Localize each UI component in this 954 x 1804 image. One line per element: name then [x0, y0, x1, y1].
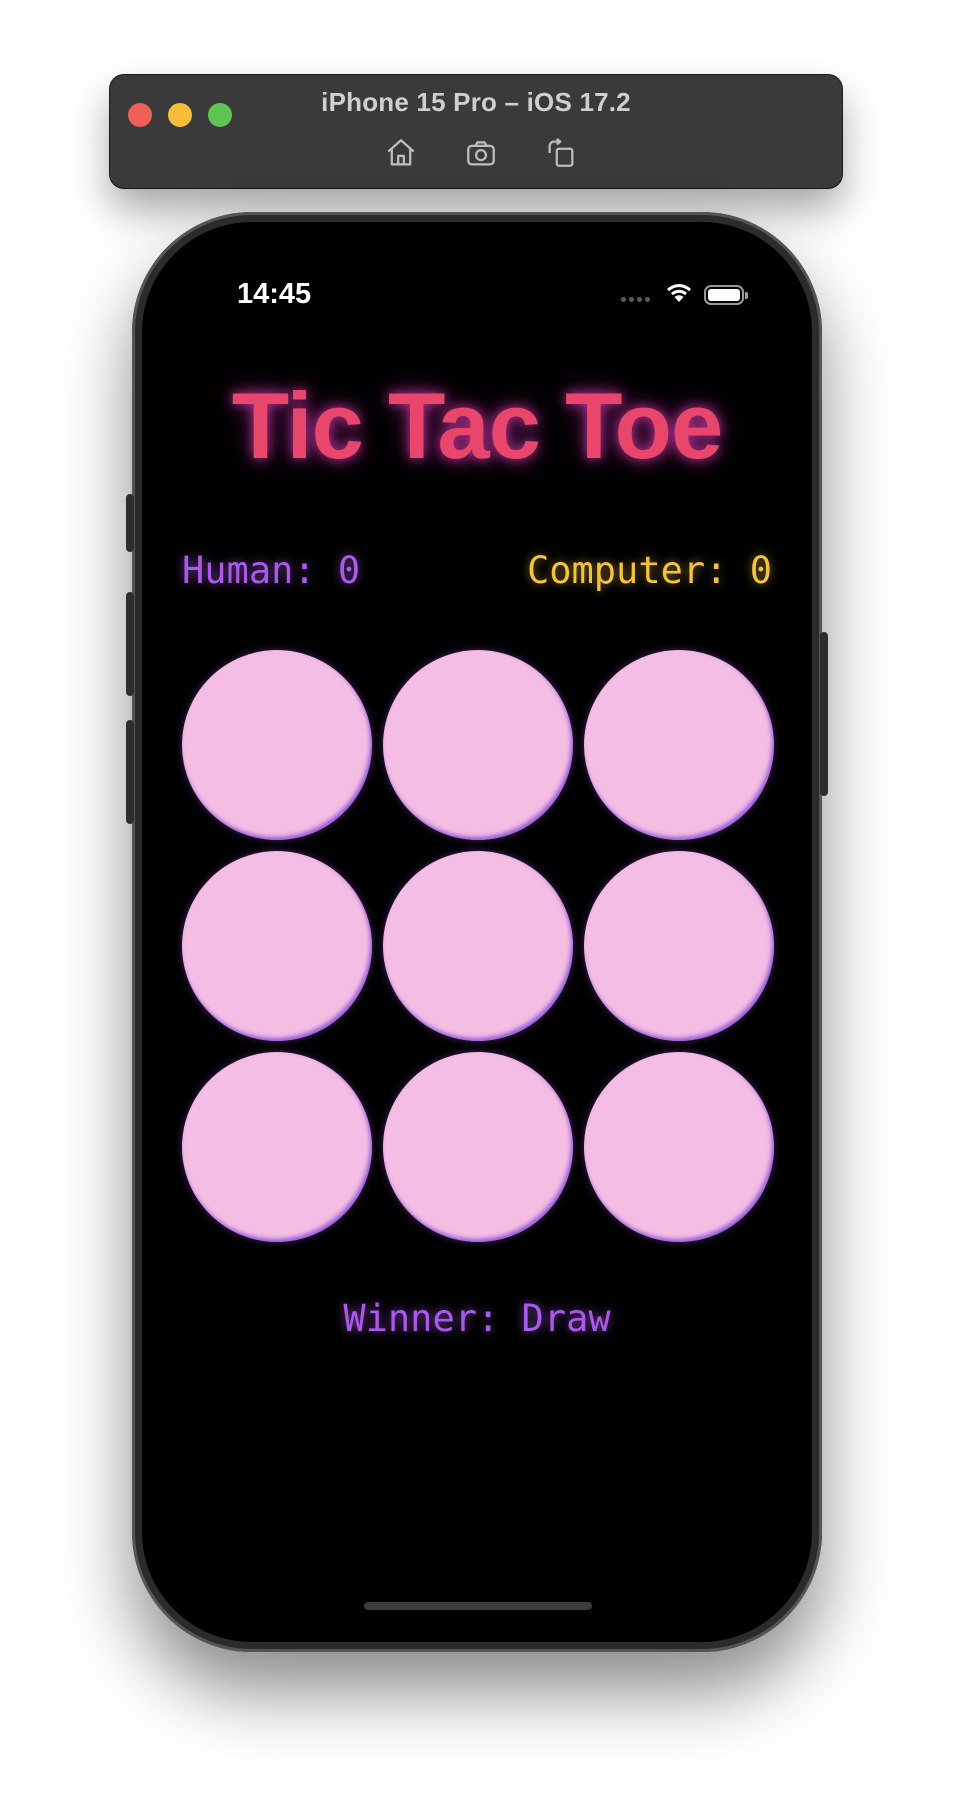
game-title: Tic Tac Toe — [231, 373, 724, 478]
winner-status: Winner: Draw — [343, 1297, 611, 1340]
home-indicator[interactable] — [364, 1602, 592, 1610]
battery-icon — [704, 284, 748, 305]
board-cell-1[interactable] — [182, 650, 372, 840]
board-cell-5[interactable] — [383, 851, 573, 1041]
simulator-actions — [110, 135, 842, 171]
board-cell-6[interactable] — [584, 851, 774, 1041]
simulator-window: iPhone 15 Pro – iOS 17.2 14:45 Tic Tac T… — [0, 0, 954, 1804]
screenshot-icon[interactable] — [463, 135, 499, 171]
action-button — [126, 494, 134, 552]
home-icon[interactable] — [383, 135, 419, 171]
board-cell-8[interactable] — [383, 1052, 573, 1242]
cellular-signal-icon — [621, 297, 650, 302]
board-cell-9[interactable] — [584, 1052, 774, 1242]
status-time: 14:45 — [237, 278, 312, 310]
computer-score: Computer: 0 — [526, 549, 772, 592]
status-indicators — [621, 280, 748, 309]
volume-up-button — [126, 592, 134, 696]
simulator-toolbar: iPhone 15 Pro – iOS 17.2 — [110, 75, 842, 188]
board-cell-3[interactable] — [584, 650, 774, 840]
game-board — [182, 650, 778, 1242]
human-score: Human: 0 — [182, 549, 361, 592]
simulator-title: iPhone 15 Pro – iOS 17.2 — [321, 87, 631, 117]
iphone-frame: 14:45 Tic Tac Toe Human: 0 Computer: 0 W… — [126, 212, 828, 1652]
volume-down-button — [126, 720, 134, 824]
board-cell-2[interactable] — [383, 650, 573, 840]
wifi-icon — [664, 280, 694, 309]
board-cell-4[interactable] — [182, 851, 372, 1041]
phone-screen: 14:45 Tic Tac Toe Human: 0 Computer: 0 W… — [142, 222, 812, 1642]
rotate-icon[interactable] — [543, 135, 579, 171]
board-cell-7[interactable] — [182, 1052, 372, 1242]
power-button — [820, 632, 828, 796]
